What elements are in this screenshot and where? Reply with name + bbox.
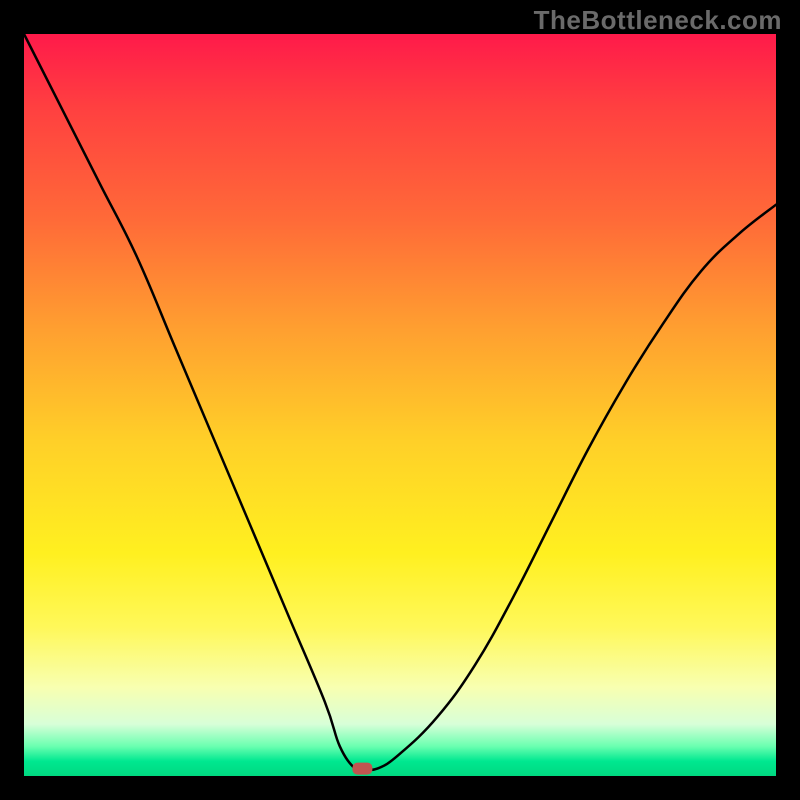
watermark-text: TheBottleneck.com (534, 5, 782, 36)
chart-svg (24, 34, 776, 776)
bottleneck-curve (24, 34, 776, 771)
optimum-marker (352, 763, 372, 775)
chart-frame: TheBottleneck.com (0, 0, 800, 800)
